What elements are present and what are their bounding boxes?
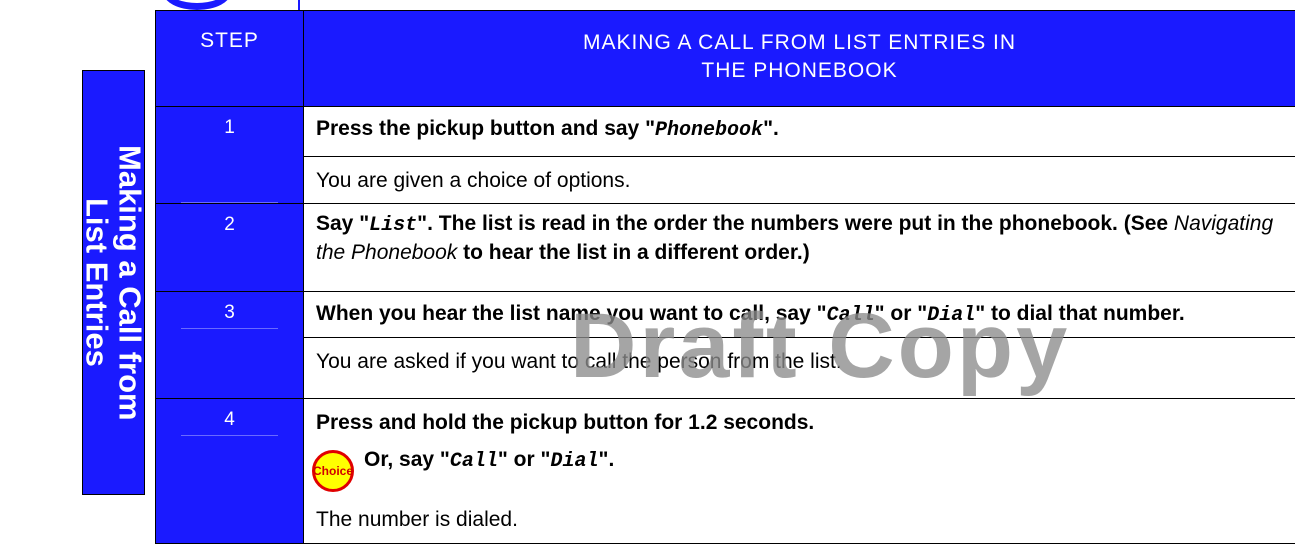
table-row: 4 Press and hold the pickup button for 1…: [155, 398, 1295, 544]
page-heading-fragment: [0, 0, 300, 10]
heading-divider-fragment: [298, 0, 300, 10]
voice-command: List: [369, 214, 418, 237]
instruction-text: " or ": [497, 448, 551, 471]
step-result: The number is dialed.: [316, 508, 518, 531]
table-row: 2 Say "List". The list is read in the or…: [155, 203, 1295, 292]
step-content: Press the pickup button and say "Phonebo…: [303, 106, 1295, 204]
instruction-text: When you hear the list name you want to …: [316, 302, 827, 325]
choice-badge-icon: Choice: [312, 450, 354, 492]
step-instruction: Say "List". The list is read in the orde…: [304, 204, 1295, 266]
step-number: 4: [224, 409, 235, 430]
voice-command: Dial: [927, 304, 976, 327]
step-number: 3: [224, 302, 235, 323]
side-tab-label: Making a Call from List Entries: [79, 144, 148, 421]
step-number: 2: [224, 214, 235, 235]
instruction-text: to hear the list in a different order.): [457, 241, 810, 264]
voice-command: Call: [449, 450, 498, 473]
instruction-text: " to dial that number.: [975, 302, 1185, 325]
step-column-header: STEP: [155, 10, 304, 107]
step-instruction: Press the pickup button and say "Phonebo…: [304, 107, 1295, 144]
voice-command: Dial: [550, 450, 599, 473]
procedure-title: MAKING A CALL FROM LIST ENTRIES IN THE P…: [582, 31, 1017, 82]
cell-rule: [181, 328, 278, 329]
choice-alternative: Choice Or, say "Call" or "Dial".: [304, 436, 1295, 492]
table-row: 1 Press the pickup button and say "Phone…: [155, 106, 1295, 204]
step-instruction: When you hear the list name you want to …: [304, 292, 1295, 329]
table-header-row: STEP MAKING A CALL FROM LIST ENTRIES IN …: [155, 10, 1295, 107]
step-number: 1: [224, 117, 235, 138]
step-number-cell: 1: [155, 106, 304, 204]
step-content: Say "List". The list is read in the orde…: [303, 203, 1295, 292]
cell-rule: [181, 435, 278, 436]
step-content: Press and hold the pickup button for 1.2…: [303, 398, 1295, 544]
step-result: You are given a choice of options.: [304, 156, 1295, 202]
instruction-text: ".: [763, 117, 779, 140]
instruction-text: Say ": [316, 212, 370, 235]
voice-command: Call: [826, 304, 875, 327]
instruction-text: " or ": [874, 302, 928, 325]
instruction-text: Press the pickup button and say ": [316, 117, 656, 140]
table-row: 3 When you hear the list name you want t…: [155, 291, 1295, 399]
instruction-text: ".: [598, 448, 615, 471]
instruction-text: ". The list is read in the order the num…: [417, 212, 1174, 235]
step-instruction: Press and hold the pickup button for 1.2…: [316, 411, 815, 434]
choice-text: Or, say "Call" or "Dial".: [364, 444, 614, 475]
heading-glyph-fragment: [163, 0, 231, 10]
steps-table: STEP MAKING A CALL FROM LIST ENTRIES IN …: [155, 10, 1295, 544]
voice-command: Phonebook: [655, 119, 764, 142]
step-content: When you hear the list name you want to …: [303, 291, 1295, 399]
step-result: You are asked if you want to call the pe…: [304, 337, 1295, 383]
procedure-title-header: MAKING A CALL FROM LIST ENTRIES IN THE P…: [303, 10, 1295, 107]
step-number-cell: 2: [155, 203, 304, 292]
step-number-cell: 3: [155, 291, 304, 399]
instruction-text: Or, say ": [364, 448, 450, 471]
side-tab-label-wrap: Making a Call from List Entries: [79, 70, 148, 495]
step-number-cell: 4: [155, 398, 304, 544]
